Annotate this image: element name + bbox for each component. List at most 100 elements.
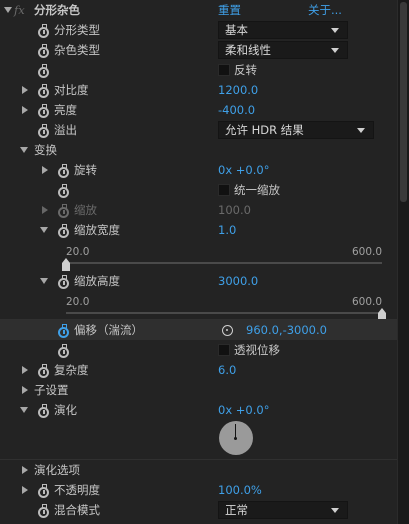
stopwatch-icon[interactable]: [38, 84, 49, 98]
expand-toggle[interactable]: [22, 466, 28, 474]
slider-max-label: 600.0: [352, 246, 383, 258]
uniform-scaling-label: 统一缩放: [234, 183, 280, 197]
stopwatch-icon[interactable]: [38, 104, 49, 118]
noise-type-row: 杂色类型 柔和线性: [0, 40, 397, 60]
scale-height-label: 缩放高度: [74, 274, 120, 288]
evolution-row: 演化 0x +0.0°: [0, 400, 397, 420]
contrast-value[interactable]: 1200.0: [218, 80, 258, 100]
expand-toggle[interactable]: [22, 86, 28, 94]
stopwatch-icon[interactable]: [38, 364, 49, 378]
scale-height-row: 缩放高度 3000.0: [0, 271, 397, 291]
contrast-row: 对比度 1200.0: [0, 80, 397, 100]
complexity-label: 复杂度: [54, 363, 89, 377]
scale-width-slider-row: 20.0 600.0: [0, 242, 397, 271]
scale-value: 100.0: [218, 203, 251, 217]
slider-min-label: 20.0: [66, 296, 90, 308]
scale-width-value[interactable]: 1.0: [218, 220, 236, 240]
overflow-value: 允许 HDR 结果: [225, 123, 304, 137]
overflow-dropdown[interactable]: 允许 HDR 结果: [218, 121, 374, 139]
blend-mode-label: 混合模式: [54, 503, 100, 517]
stopwatch-icon[interactable]: [58, 184, 69, 198]
scale-height-slider-row: 20.0 600.0: [0, 292, 397, 321]
rotation-value[interactable]: 0x +0.0°: [218, 160, 269, 180]
brightness-label: 亮度: [54, 103, 77, 117]
chevron-down-icon: [357, 128, 365, 133]
fx-icon[interactable]: fx: [14, 0, 25, 20]
reset-link[interactable]: 重置: [218, 0, 241, 20]
uniform-scaling-row: 统一缩放: [0, 180, 397, 200]
scale-label: 缩放: [74, 203, 97, 217]
scale-height-value[interactable]: 3000.0: [218, 271, 258, 291]
effect-controls-panel: fx 分形杂色 重置 关于... 分形类型 基本 杂色类型 柔和线性 反转 对比…: [0, 0, 397, 524]
expand-toggle[interactable]: [22, 486, 28, 494]
stopwatch-icon[interactable]: [58, 164, 69, 178]
sub-settings-label: 子设置: [34, 383, 69, 397]
crosshair-icon[interactable]: [222, 325, 233, 336]
collapse-toggle[interactable]: [20, 407, 28, 413]
transform-row: 变换: [0, 140, 397, 160]
scrollbar-thumb[interactable]: [400, 2, 407, 202]
transform-label: 变换: [34, 143, 57, 157]
perspective-offset-checkbox[interactable]: [218, 344, 230, 356]
effect-header-row: fx 分形杂色 重置 关于...: [0, 0, 397, 20]
expand-toggle[interactable]: [42, 166, 48, 174]
chevron-down-icon: [331, 48, 339, 53]
fractal-type-value: 基本: [225, 23, 248, 37]
stopwatch-icon[interactable]: [58, 224, 69, 238]
noise-type-dropdown[interactable]: 柔和线性: [218, 41, 348, 59]
stopwatch-icon[interactable]: [38, 24, 49, 38]
stopwatch-icon[interactable]: [38, 64, 49, 78]
scale-width-label: 缩放宽度: [74, 223, 120, 237]
complexity-row: 复杂度 6.0: [0, 360, 397, 380]
about-link[interactable]: 关于...: [308, 0, 342, 20]
collapse-effect-toggle[interactable]: [4, 7, 12, 13]
collapse-toggle[interactable]: [20, 147, 28, 153]
brightness-row: 亮度 -400.0: [0, 100, 397, 120]
stopwatch-icon[interactable]: [38, 504, 49, 518]
stopwatch-icon[interactable]: [38, 44, 49, 58]
expand-toggle[interactable]: [22, 386, 28, 394]
expand-toggle[interactable]: [22, 106, 28, 114]
perspective-offset-row: 透视位移: [0, 340, 397, 360]
complexity-value[interactable]: 6.0: [218, 360, 236, 380]
evolution-angle-dial[interactable]: [219, 421, 253, 455]
brightness-value[interactable]: -400.0: [218, 100, 255, 120]
contrast-label: 对比度: [54, 83, 89, 97]
stopwatch-icon[interactable]: [38, 124, 49, 138]
expand-toggle: [42, 206, 48, 214]
stopwatch-icon[interactable]: [38, 404, 49, 418]
stopwatch-icon[interactable]: [58, 324, 69, 338]
opacity-value[interactable]: 100.0%: [218, 480, 262, 500]
stopwatch-icon[interactable]: [58, 275, 69, 289]
stopwatch-icon: [58, 204, 69, 218]
evolution-value[interactable]: 0x +0.0°: [218, 400, 269, 420]
invert-row: 反转: [0, 60, 397, 80]
blend-mode-dropdown[interactable]: 正常: [218, 501, 348, 519]
dial-hand: [235, 424, 236, 438]
fractal-type-label: 分形类型: [54, 23, 100, 37]
invert-checkbox[interactable]: [218, 64, 230, 76]
collapse-toggle[interactable]: [40, 278, 48, 284]
fractal-type-dropdown[interactable]: 基本: [218, 21, 348, 39]
blend-mode-value: 正常: [225, 503, 248, 517]
overflow-label: 溢出: [54, 123, 77, 137]
scale-width-row: 缩放宽度 1.0: [0, 220, 397, 240]
offset-label: 偏移（湍流）: [74, 323, 143, 337]
evolution-label: 演化: [54, 403, 77, 417]
evolution-options-row: 演化选项: [0, 460, 397, 480]
blend-mode-row: 混合模式 正常: [0, 500, 397, 520]
stopwatch-icon[interactable]: [38, 484, 49, 498]
vertical-scrollbar[interactable]: [397, 0, 409, 524]
scale-height-slider-track[interactable]: [66, 312, 382, 314]
scale-width-slider-handle[interactable]: [62, 258, 70, 271]
expand-toggle[interactable]: [22, 366, 28, 374]
invert-label: 反转: [234, 63, 257, 77]
scale-width-slider-track[interactable]: [66, 262, 382, 264]
evolution-options-label: 演化选项: [34, 463, 80, 477]
stopwatch-icon[interactable]: [58, 344, 69, 358]
uniform-scaling-checkbox[interactable]: [218, 184, 230, 196]
offset-value[interactable]: 960.0,-3000.0: [246, 320, 327, 340]
noise-type-label: 杂色类型: [54, 43, 100, 57]
collapse-toggle[interactable]: [40, 227, 48, 233]
rotation-row: 旋转 0x +0.0°: [0, 160, 397, 180]
